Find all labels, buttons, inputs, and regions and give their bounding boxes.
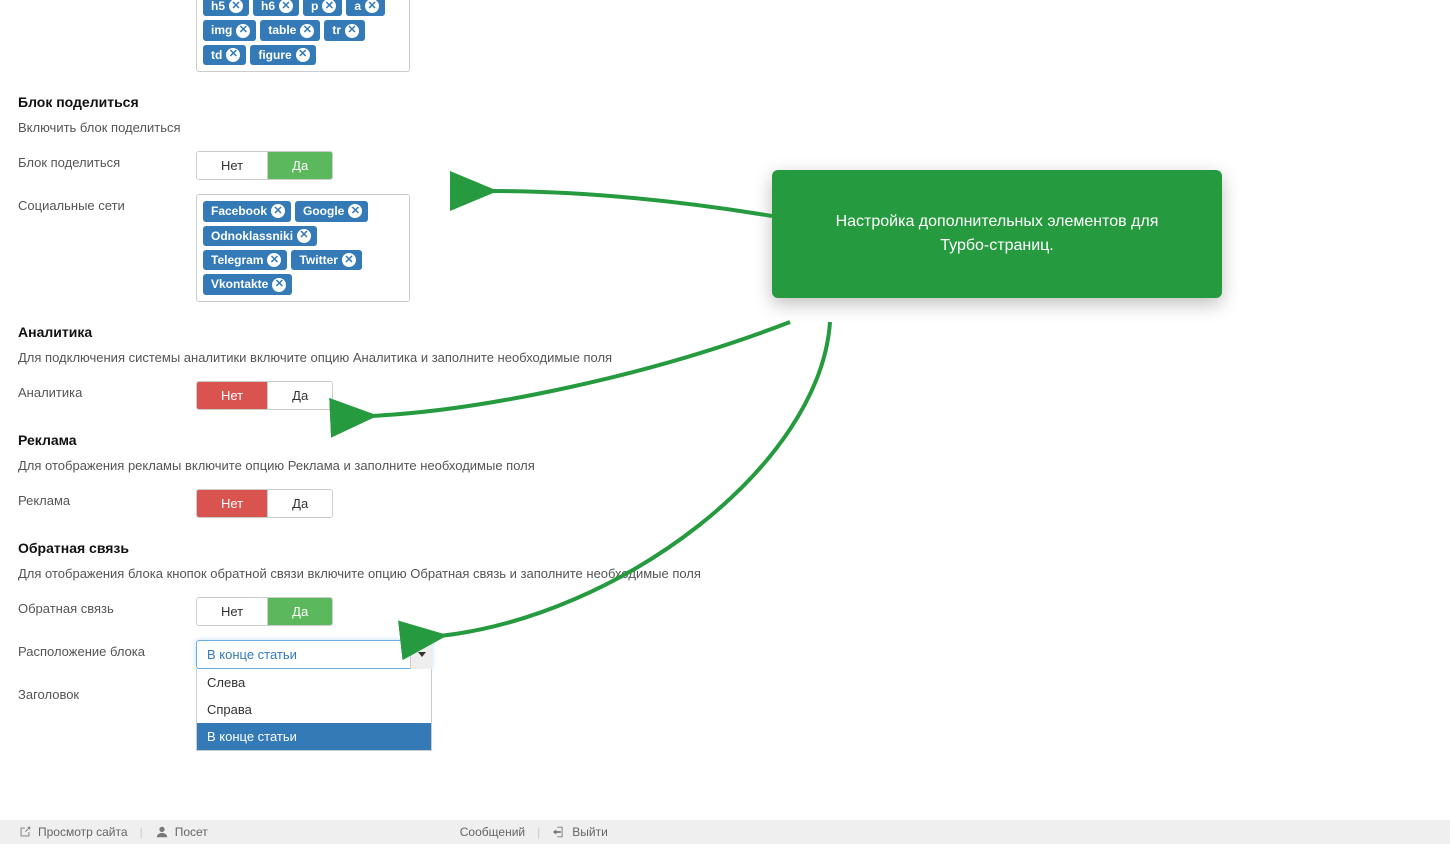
tag-figure[interactable]: figure✕ <box>250 45 315 65</box>
remove-icon[interactable]: ✕ <box>271 204 285 218</box>
share-toggle-label: Блок поделиться <box>18 151 196 170</box>
socials-box[interactable]: Facebook✕ Google✕ Odnoklassniki✕ Telegra… <box>196 194 410 302</box>
analytics-section-desc: Для подключения системы аналитики включи… <box>18 350 1432 365</box>
share-toggle[interactable]: Нет Да <box>196 151 333 180</box>
placement-option-end[interactable]: В конце статьи <box>197 723 431 750</box>
tag-table[interactable]: table✕ <box>260 20 320 40</box>
footer-preview-link[interactable]: Просмотр сайта <box>38 825 128 839</box>
social-telegram[interactable]: Telegram✕ <box>203 250 287 270</box>
tag-img[interactable]: img✕ <box>203 20 256 40</box>
analytics-yes-button[interactable]: Да <box>268 382 332 409</box>
ads-no-button[interactable]: Нет <box>197 490 268 517</box>
placement-select[interactable]: В конце статьи Слева Справа В конце стат… <box>196 640 432 669</box>
socials-label: Социальные сети <box>18 194 196 213</box>
html-tags-box[interactable]: h5✕ h6✕ p✕ a✕ img✕ table✕ tr✕ td✕ figure… <box>196 0 410 72</box>
callout-line2: Турбо-страниц. <box>816 234 1178 258</box>
feedback-toggle-label: Обратная связь <box>18 597 196 616</box>
remove-icon[interactable]: ✕ <box>348 204 362 218</box>
footer-bar: Просмотр сайта | Посет Сообщений | Выйти <box>0 820 1450 844</box>
tag-tr[interactable]: tr✕ <box>324 20 365 40</box>
social-twitter[interactable]: Twitter✕ <box>291 250 361 270</box>
placement-dropdown: Слева Справа В конце статьи <box>196 669 432 751</box>
ads-yes-button[interactable]: Да <box>268 490 332 517</box>
remove-icon[interactable]: ✕ <box>300 24 314 38</box>
feedback-section-title: Обратная связь <box>18 540 1432 556</box>
ads-section-title: Реклама <box>18 432 1432 448</box>
placement-label: Расположение блока <box>18 640 196 659</box>
tag-td[interactable]: td✕ <box>203 45 246 65</box>
analytics-toggle[interactable]: Нет Да <box>196 381 333 410</box>
ads-toggle[interactable]: Нет Да <box>196 489 333 518</box>
remove-icon[interactable]: ✕ <box>297 229 311 243</box>
remove-icon[interactable]: ✕ <box>226 48 240 62</box>
footer-visitors[interactable]: Посет <box>175 825 208 839</box>
share-section-title: Блок поделиться <box>18 94 1432 110</box>
remove-icon[interactable]: ✕ <box>272 278 286 292</box>
placement-select-button[interactable]: В конце статьи <box>196 640 432 669</box>
placement-option-right[interactable]: Справа <box>197 696 431 723</box>
logout-icon <box>552 825 566 839</box>
remove-icon[interactable]: ✕ <box>365 0 379 13</box>
heading-label: Заголовок <box>18 683 196 702</box>
social-google[interactable]: Google✕ <box>295 201 368 221</box>
feedback-section-desc: Для отображения блока кнопок обратной св… <box>18 566 1432 581</box>
footer-logout[interactable]: Выйти <box>572 825 608 839</box>
remove-icon[interactable]: ✕ <box>267 253 281 267</box>
ads-section-desc: Для отображения рекламы включите опцию Р… <box>18 458 1432 473</box>
ads-toggle-label: Реклама <box>18 489 196 508</box>
remove-icon[interactable]: ✕ <box>322 0 336 13</box>
remove-icon[interactable]: ✕ <box>345 24 359 38</box>
social-vkontakte[interactable]: Vkontakte✕ <box>203 274 292 294</box>
social-facebook[interactable]: Facebook✕ <box>203 201 291 221</box>
remove-icon[interactable]: ✕ <box>342 253 356 267</box>
analytics-section-title: Аналитика <box>18 324 1432 340</box>
chevron-down-icon[interactable] <box>410 640 432 669</box>
footer-messages[interactable]: Сообщений <box>460 825 525 839</box>
remove-icon[interactable]: ✕ <box>296 48 310 62</box>
analytics-no-button[interactable]: Нет <box>197 382 268 409</box>
tag-p[interactable]: p✕ <box>303 0 342 16</box>
share-yes-button[interactable]: Да <box>268 152 332 179</box>
feedback-no-button[interactable]: Нет <box>197 598 268 625</box>
tag-h6[interactable]: h6✕ <box>253 0 299 16</box>
share-section-desc: Включить блок поделиться <box>18 120 1432 135</box>
placement-option-left[interactable]: Слева <box>197 669 431 696</box>
feedback-toggle[interactable]: Нет Да <box>196 597 333 626</box>
share-no-button[interactable]: Нет <box>197 152 268 179</box>
remove-icon[interactable]: ✕ <box>279 0 293 13</box>
tag-h5[interactable]: h5✕ <box>203 0 249 16</box>
tooltip-callout: Настройка дополнительных элементов для Т… <box>772 170 1222 298</box>
remove-icon[interactable]: ✕ <box>229 0 243 13</box>
feedback-yes-button[interactable]: Да <box>268 598 332 625</box>
tag-a[interactable]: a✕ <box>346 0 385 16</box>
external-link-icon <box>18 825 32 839</box>
remove-icon[interactable]: ✕ <box>236 24 250 38</box>
callout-line1: Настройка дополнительных элементов для <box>816 210 1178 234</box>
social-odnoklassniki[interactable]: Odnoklassniki✕ <box>203 226 317 246</box>
analytics-toggle-label: Аналитика <box>18 381 196 400</box>
user-icon <box>155 825 169 839</box>
